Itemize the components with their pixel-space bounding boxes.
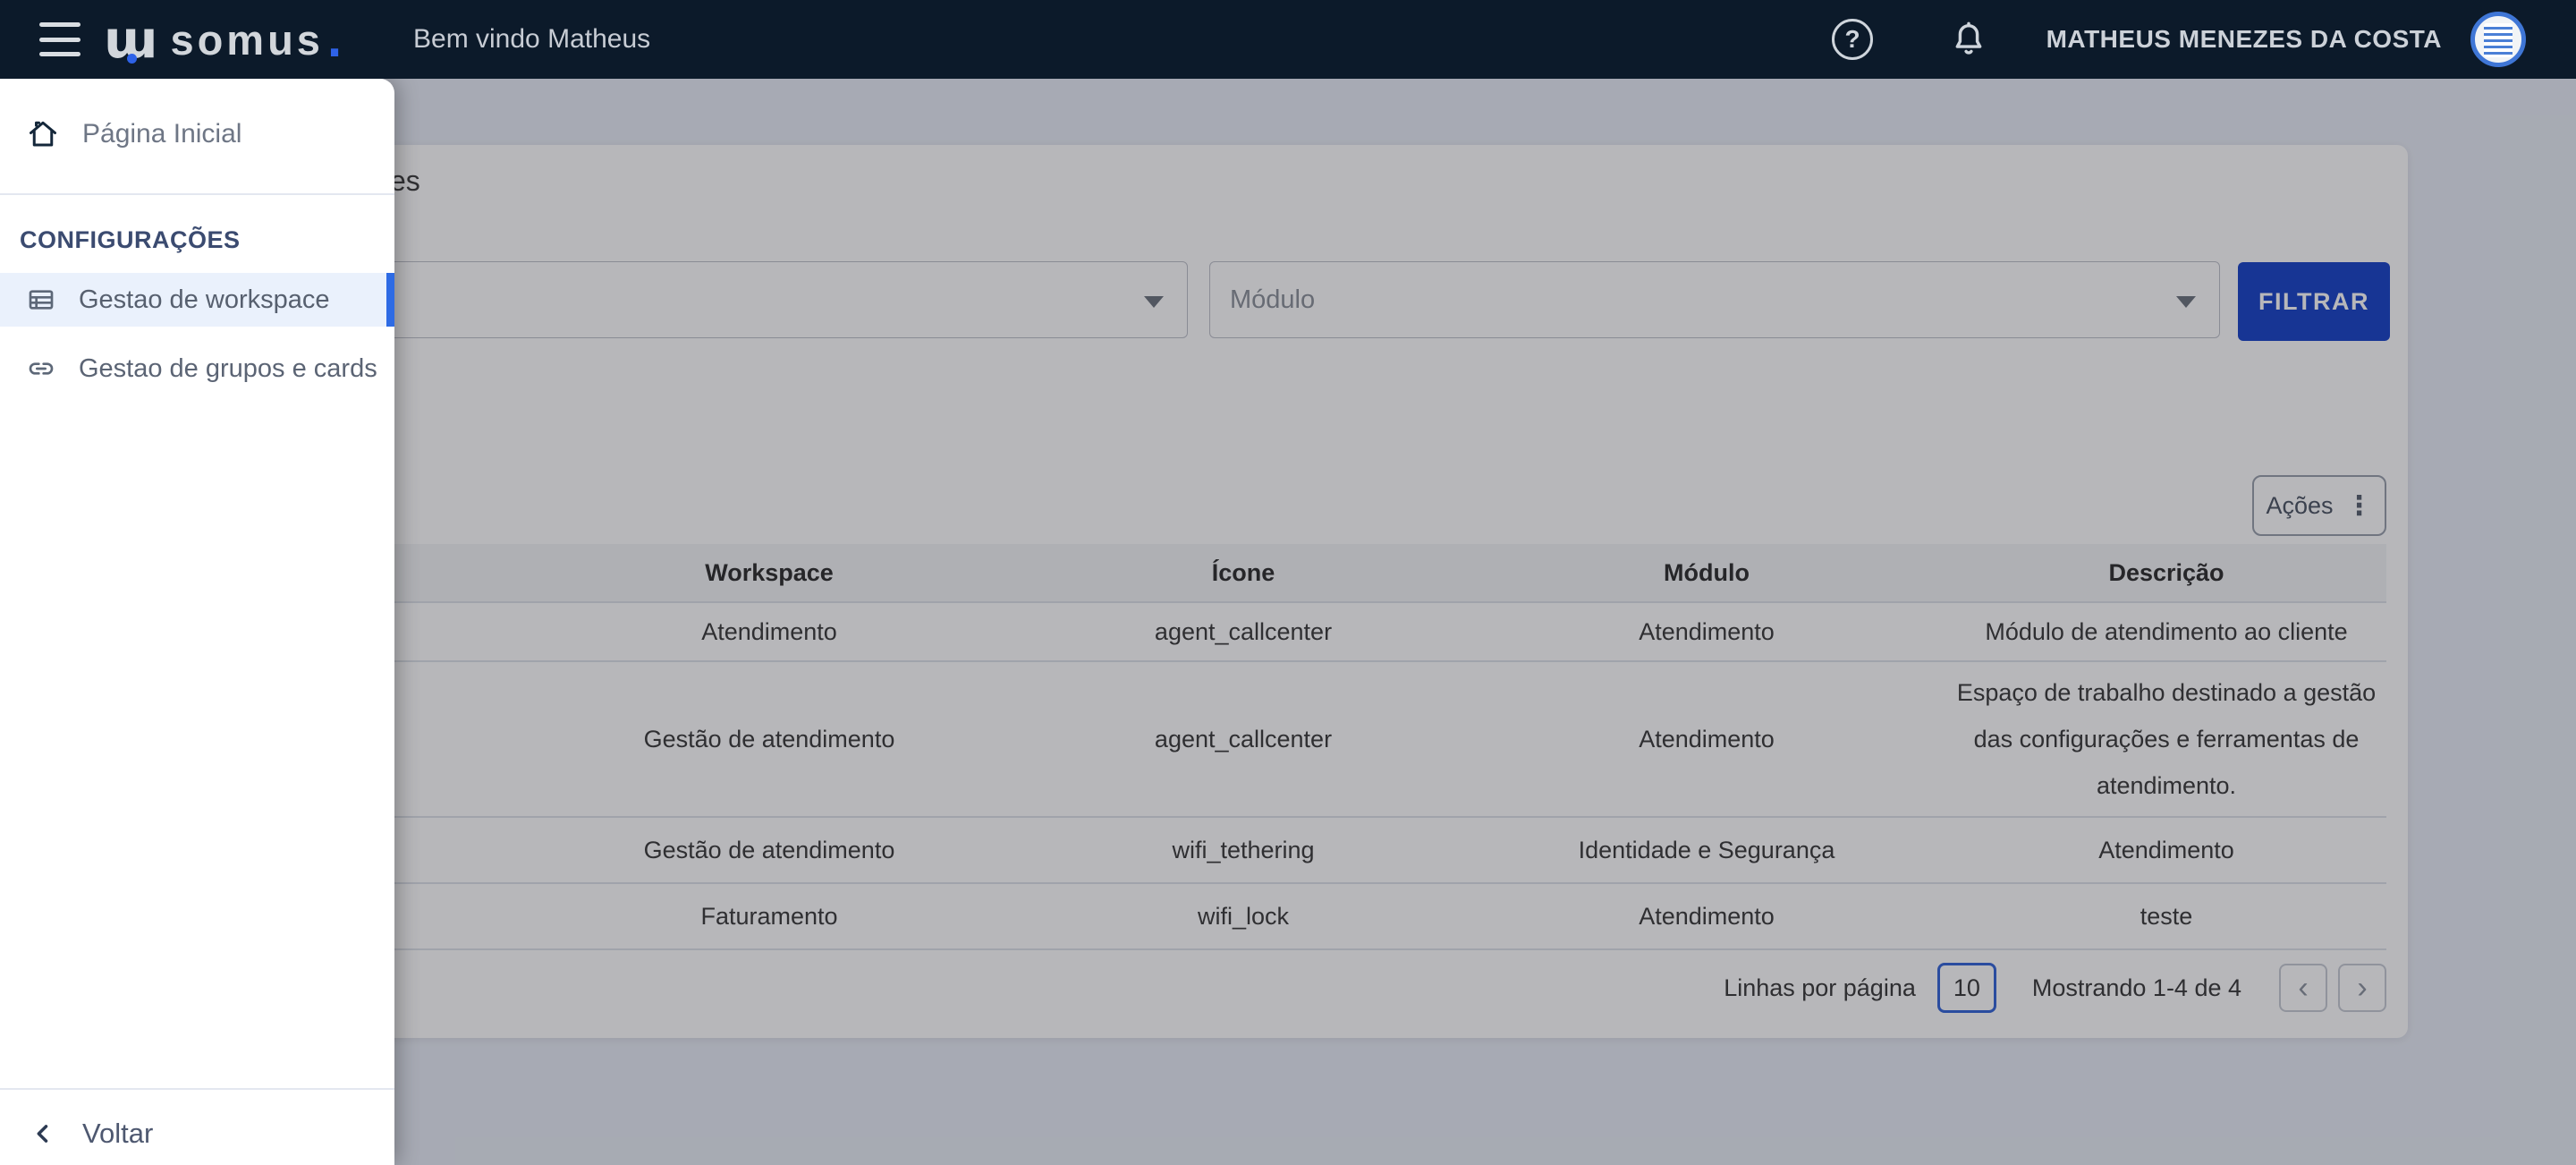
notifications-button[interactable]	[1948, 0, 1989, 79]
sidebar-back-button[interactable]: Voltar	[0, 1108, 394, 1160]
sidebar-item-label: Gestao de workspace	[79, 285, 329, 315]
sidebar-divider	[0, 193, 394, 195]
hamburger-menu-icon[interactable]	[39, 22, 80, 56]
logo-blue-dot	[127, 54, 137, 64]
sidebar-divider	[0, 1088, 394, 1090]
active-indicator-bar	[386, 273, 394, 327]
somus-logo: ɯ somus .	[104, 0, 342, 79]
chevron-left-icon	[30, 1121, 55, 1146]
sidebar-item-pagina-inicial[interactable]: Página Inicial	[0, 106, 394, 163]
sidebar-item-gestao-de-workspace[interactable]: Gestao de workspace	[0, 273, 394, 327]
logo-period: .	[327, 29, 342, 49]
app-header: ɯ somus . Bem vindo Matheus ? MATHEUS ME…	[0, 0, 2576, 79]
avatar[interactable]	[2470, 12, 2526, 67]
link-icon	[27, 354, 55, 383]
logo-text: somus	[170, 15, 324, 64]
table-rows-icon	[27, 285, 55, 314]
sidebar-item-label: Voltar	[82, 1118, 153, 1150]
bell-icon	[1948, 19, 1989, 60]
sidebar-drawer: Página Inicial CONFIGURAÇÕES Gestao de w…	[0, 79, 394, 1165]
home-icon	[27, 118, 59, 150]
avatar-photo	[2484, 23, 2512, 57]
sidebar-section-configuracoes: CONFIGURAÇÕES	[20, 226, 241, 254]
help-icon: ?	[1832, 19, 1873, 60]
sidebar-item-gestao-de-grupos-e-cards[interactable]: Gestao de grupos e cards	[0, 344, 394, 394]
sidebar-item-label: Página Inicial	[82, 119, 242, 149]
help-button[interactable]: ?	[1832, 0, 1873, 79]
logo-mark-icon: ɯ	[104, 13, 157, 65]
welcome-message: Bem vindo Matheus	[413, 0, 650, 79]
user-name: MATHEUS MENEZES DA COSTA	[2046, 0, 2442, 79]
sidebar-item-label: Gestao de grupos e cards	[79, 354, 377, 384]
